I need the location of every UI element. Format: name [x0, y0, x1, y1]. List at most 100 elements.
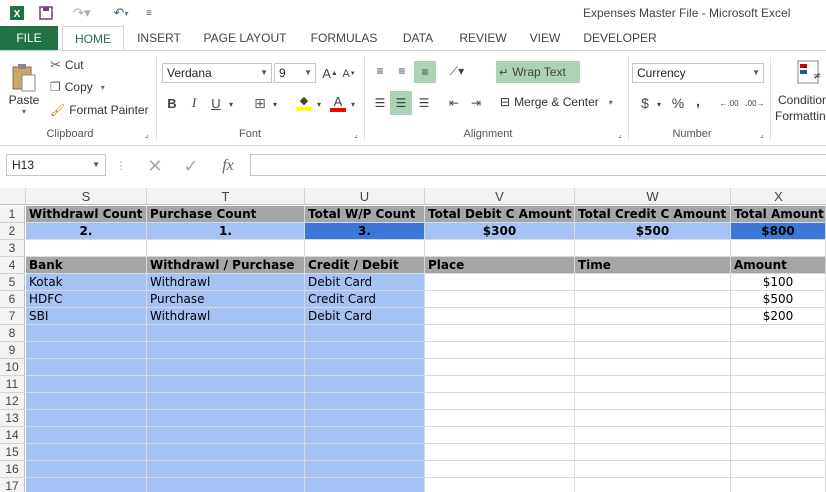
- cell-t11[interactable]: [147, 376, 305, 393]
- copy-button[interactable]: ❐ Copy ▾: [50, 80, 105, 94]
- cell-t4[interactable]: Withdrawl / Purchase: [147, 257, 305, 274]
- cell-v5[interactable]: [425, 274, 575, 291]
- format-painter-button[interactable]: 🖌 Format Painter: [50, 103, 149, 117]
- cell-u5[interactable]: Debit Card: [305, 274, 425, 291]
- underline-button[interactable]: U: [208, 93, 224, 113]
- cell-u9[interactable]: [305, 342, 425, 359]
- column-header-s[interactable]: S: [26, 188, 147, 205]
- cell-x16[interactable]: [731, 461, 826, 478]
- row-header-1[interactable]: 1: [0, 206, 25, 223]
- cell-u8[interactable]: [305, 325, 425, 342]
- align-middle-icon[interactable]: ≡: [392, 61, 412, 81]
- wrap-text-button[interactable]: ↵ Wrap Text: [496, 61, 580, 83]
- cell-w11[interactable]: [575, 376, 731, 393]
- cell-s1[interactable]: Withdrawl Count: [26, 206, 147, 223]
- cell-s11[interactable]: [26, 376, 147, 393]
- cell-t5[interactable]: Withdrawl: [147, 274, 305, 291]
- decrease-decimal-button[interactable]: .00 →: [744, 93, 766, 113]
- cell-v15[interactable]: [425, 444, 575, 461]
- redo-icon[interactable]: ↷▾: [66, 4, 98, 22]
- borders-icon[interactable]: ⊞: [250, 93, 270, 113]
- cell-v2[interactable]: $300: [425, 223, 575, 240]
- column-header-u[interactable]: U: [305, 188, 425, 205]
- cell-x11[interactable]: [731, 376, 826, 393]
- cell-s4[interactable]: Bank: [26, 257, 147, 274]
- cell-v12[interactable]: [425, 393, 575, 410]
- cell-v4[interactable]: Place: [425, 257, 575, 274]
- cell-s15[interactable]: [26, 444, 147, 461]
- row-header-9[interactable]: 9: [0, 342, 25, 359]
- font-size-select[interactable]: 9 ▼: [274, 63, 316, 83]
- cell-u12[interactable]: [305, 393, 425, 410]
- cell-w12[interactable]: [575, 393, 731, 410]
- bold-button[interactable]: B: [164, 93, 180, 113]
- cell-x4[interactable]: Amount: [731, 257, 826, 274]
- cell-t3[interactable]: [147, 240, 305, 257]
- row-header-15[interactable]: 15: [0, 444, 25, 461]
- cell-x12[interactable]: [731, 393, 826, 410]
- conditional-formatting-button[interactable]: Condition: [778, 93, 826, 107]
- cell-x8[interactable]: [731, 325, 826, 342]
- cell-w16[interactable]: [575, 461, 731, 478]
- row-header-14[interactable]: 14: [0, 427, 25, 444]
- align-left-icon[interactable]: ☰: [370, 93, 390, 113]
- row-header-17[interactable]: 17: [0, 478, 25, 492]
- cell-v3[interactable]: [425, 240, 575, 257]
- cell-t1[interactable]: Purchase Count: [147, 206, 305, 223]
- font-color-icon[interactable]: A: [328, 93, 348, 113]
- cell-s8[interactable]: [26, 325, 147, 342]
- tab-insert[interactable]: INSERT: [128, 26, 190, 50]
- cell-v6[interactable]: [425, 291, 575, 308]
- cell-x10[interactable]: [731, 359, 826, 376]
- cell-t9[interactable]: [147, 342, 305, 359]
- dialog-launcher-icon[interactable]: ⌟: [145, 130, 149, 139]
- align-top-icon[interactable]: ≡: [370, 61, 390, 81]
- cell-s17[interactable]: [26, 478, 147, 492]
- cell-v1[interactable]: Total Debit C Amount: [425, 206, 575, 223]
- cell-w2[interactable]: $500: [575, 223, 731, 240]
- increase-font-icon[interactable]: A ▲: [322, 63, 338, 83]
- dialog-launcher-icon[interactable]: ⌟: [618, 130, 622, 139]
- cell-u11[interactable]: [305, 376, 425, 393]
- row-header-13[interactable]: 13: [0, 410, 25, 427]
- cell-x17[interactable]: [731, 478, 826, 492]
- row-header-4[interactable]: 4: [0, 257, 25, 274]
- decrease-font-icon[interactable]: A ▼: [342, 65, 356, 83]
- cell-w15[interactable]: [575, 444, 731, 461]
- cell-w7[interactable]: [575, 308, 731, 325]
- cell-s2[interactable]: 2.: [26, 223, 147, 240]
- row-header-16[interactable]: 16: [0, 461, 25, 478]
- cell-u15[interactable]: [305, 444, 425, 461]
- number-format-select[interactable]: Currency ▼: [632, 63, 764, 83]
- cell-v8[interactable]: [425, 325, 575, 342]
- column-header-t[interactable]: T: [147, 188, 305, 205]
- column-header-v[interactable]: V: [425, 188, 575, 205]
- cell-u7[interactable]: Debit Card: [305, 308, 425, 325]
- cell-u3[interactable]: [305, 240, 425, 257]
- align-bottom-icon[interactable]: ≡: [414, 61, 436, 83]
- cell-t15[interactable]: [147, 444, 305, 461]
- italic-button[interactable]: I: [186, 93, 202, 113]
- cell-v7[interactable]: [425, 308, 575, 325]
- cell-v9[interactable]: [425, 342, 575, 359]
- cell-u13[interactable]: [305, 410, 425, 427]
- cell-s3[interactable]: [26, 240, 147, 257]
- dialog-launcher-icon[interactable]: ⌟: [354, 130, 358, 139]
- cell-s12[interactable]: [26, 393, 147, 410]
- cell-x9[interactable]: [731, 342, 826, 359]
- comma-button[interactable]: ,: [692, 91, 704, 111]
- cell-v16[interactable]: [425, 461, 575, 478]
- row-header-12[interactable]: 12: [0, 393, 25, 410]
- cell-t2[interactable]: 1.: [147, 223, 305, 240]
- cell-u2[interactable]: 3.: [305, 223, 425, 240]
- fill-color-icon[interactable]: ◆: [294, 93, 314, 113]
- paste-button[interactable]: Paste ▾: [6, 57, 42, 121]
- cell-s9[interactable]: [26, 342, 147, 359]
- cell-s5[interactable]: Kotak: [26, 274, 147, 291]
- cell-u16[interactable]: [305, 461, 425, 478]
- tab-data[interactable]: DATA: [392, 26, 444, 50]
- row-header-7[interactable]: 7: [0, 308, 25, 325]
- cell-v13[interactable]: [425, 410, 575, 427]
- cell-w3[interactable]: [575, 240, 731, 257]
- undo-icon[interactable]: ↶ ▾: [106, 4, 136, 22]
